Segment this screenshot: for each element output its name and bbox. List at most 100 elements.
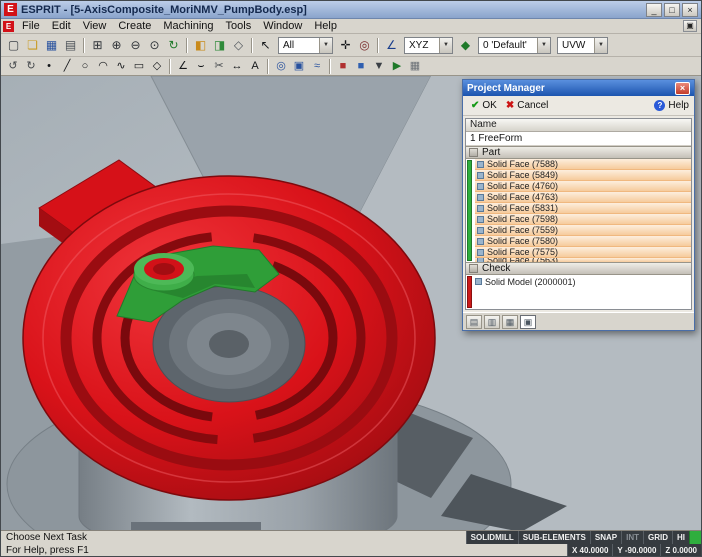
undo-view-icon[interactable]: ↺ (4, 58, 22, 74)
zoom-window-icon[interactable]: ⊞ (88, 36, 107, 54)
cancel-button[interactable]: ✖ Cancel (503, 99, 552, 112)
name-column-header[interactable]: Name (466, 119, 691, 132)
chevron-down-icon[interactable]: ▼ (537, 37, 550, 53)
chevron-down-icon[interactable]: ▼ (319, 37, 332, 53)
close-button[interactable]: × (682, 2, 698, 17)
simulation-icon[interactable]: ▶ (388, 58, 406, 74)
list-item[interactable]: Solid Face (7575) (475, 247, 691, 258)
drilling-icon[interactable]: ▼ (370, 58, 388, 74)
spline-icon[interactable]: ∿ (112, 58, 130, 74)
minimize-button[interactable]: _ (646, 2, 662, 17)
arc-icon[interactable]: ◠ (94, 58, 112, 74)
solidmill-indicator[interactable]: SOLIDMILL (465, 531, 518, 544)
hole-feature-icon[interactable]: ◎ (272, 58, 290, 74)
fillet-icon[interactable]: ⌣ (192, 58, 210, 74)
rectangle-icon[interactable]: ▭ (130, 58, 148, 74)
zoom-in-icon[interactable]: ⊕ (107, 36, 126, 54)
drawing-toolbar: ↺ ↻ • ╱ ○ ◠ ∿ ▭ ◇ ∠ ⌣ ✂ ↔ A ◎ ▣ ≈ ■ ■ ▼ … (1, 57, 701, 76)
pick-filter-icon[interactable]: ✛ (336, 36, 355, 54)
properties-tab[interactable]: ▣ (520, 314, 536, 329)
chamfer-icon[interactable]: ∠ (174, 58, 192, 74)
uvw-combo[interactable]: UVW ▼ (557, 36, 608, 54)
point-icon[interactable]: • (40, 58, 58, 74)
snap-indicator[interactable]: SNAP (589, 531, 622, 544)
grid-indicator[interactable]: GRID (643, 531, 672, 544)
text-icon[interactable]: A (246, 58, 264, 74)
menu-help[interactable]: Help (308, 19, 343, 34)
part-section-header[interactable]: Part (466, 146, 691, 159)
features-tab[interactable]: ▤ (466, 314, 482, 329)
list-item[interactable]: Solid Face (7563) (475, 258, 691, 262)
list-item[interactable]: Solid Face (5831) (475, 203, 691, 214)
dimension-icon[interactable]: ↔ (228, 58, 246, 74)
list-item[interactable]: Solid Face (7598) (475, 214, 691, 225)
work-plane-icon[interactable]: ◆ (456, 36, 475, 54)
document-icon[interactable]: E (3, 20, 14, 32)
mask-icon[interactable]: ◎ (355, 36, 374, 54)
list-item[interactable]: Solid Face (7588) (475, 159, 691, 170)
int-indicator[interactable]: INT (621, 531, 643, 544)
trim-icon[interactable]: ✂ (210, 58, 228, 74)
solid-face-icon (477, 204, 484, 212)
tools-tab[interactable]: ▦ (502, 314, 518, 329)
roughing-icon[interactable]: ■ (334, 58, 352, 74)
mdi-restore-button[interactable]: ▣ (683, 20, 697, 32)
menu-file[interactable]: File (16, 19, 46, 34)
panel-close-icon[interactable]: × (675, 81, 690, 95)
coordinate-system-combo[interactable]: XYZ ▼ (404, 36, 453, 54)
new-icon[interactable]: ▢ (4, 36, 23, 54)
toolbar-separator (267, 58, 269, 74)
list-item[interactable]: Solid Face (4763) (475, 192, 691, 203)
list-item[interactable]: Solid Model (2000001) (475, 275, 691, 287)
wireframe-icon[interactable]: ◇ (229, 36, 248, 54)
print-icon[interactable]: ▤ (61, 36, 80, 54)
work-plane-combo[interactable]: 0 'Default' ▼ (478, 36, 551, 54)
chevron-down-icon[interactable]: ▼ (594, 37, 607, 53)
check-section-icon[interactable] (469, 264, 478, 273)
finishing-icon[interactable]: ■ (352, 58, 370, 74)
menu-edit[interactable]: Edit (46, 19, 77, 34)
selection-filter-combo[interactable]: All ▼ (278, 36, 333, 54)
maximize-button[interactable]: □ (664, 2, 680, 17)
freeform-row[interactable]: 1 FreeForm (466, 132, 691, 146)
open-folder-icon[interactable]: ❏ (23, 36, 42, 54)
list-item[interactable]: Solid Face (4760) (475, 181, 691, 192)
shading-icon[interactable]: ◧ (191, 36, 210, 54)
select-cursor-icon[interactable]: ↖ (256, 36, 275, 54)
help-button[interactable]: ? Help (654, 100, 689, 111)
redraw-icon[interactable]: ↻ (22, 58, 40, 74)
save-icon[interactable]: ▦ (42, 36, 61, 54)
polygon-icon[interactable]: ◇ (148, 58, 166, 74)
sub-elements-indicator[interactable]: SUB-ELEMENTS (517, 531, 590, 544)
rotate-view-icon[interactable]: ↻ (164, 36, 183, 54)
panel-toolbar: ✔ OK ✖ Cancel ? Help (463, 96, 694, 116)
project-manager-title-bar[interactable]: Project Manager × (463, 80, 694, 96)
viewport-3d[interactable]: Project Manager × ✔ OK ✖ Cancel ? Help N… (1, 76, 701, 530)
menu-machining[interactable]: Machining (157, 19, 219, 34)
part-section-icon[interactable] (469, 148, 478, 157)
solid-face-icon (477, 258, 484, 262)
item-label: Solid Face (7598) (487, 214, 559, 224)
chain-feature-icon[interactable]: ≈ (308, 58, 326, 74)
stock-icon[interactable]: ▦ (406, 58, 424, 74)
hi-indicator[interactable]: HI (672, 531, 689, 544)
menu-bar: E File Edit View Create Machining Tools … (1, 19, 701, 34)
chevron-down-icon[interactable]: ▼ (439, 37, 452, 53)
pocket-feature-icon[interactable]: ▣ (290, 58, 308, 74)
axes-icon[interactable]: ∠ (382, 36, 401, 54)
ok-button[interactable]: ✔ OK (468, 99, 500, 112)
list-item[interactable]: Solid Face (7580) (475, 236, 691, 247)
list-item[interactable]: Solid Face (7559) (475, 225, 691, 236)
menu-create[interactable]: Create (112, 19, 157, 34)
menu-window[interactable]: Window (257, 19, 308, 34)
translucency-icon[interactable]: ◨ (210, 36, 229, 54)
check-section-header[interactable]: Check (466, 262, 691, 275)
line-icon[interactable]: ╱ (58, 58, 76, 74)
menu-tools[interactable]: Tools (220, 19, 258, 34)
operations-tab[interactable]: ▥ (484, 314, 500, 329)
zoom-out-icon[interactable]: ⊖ (126, 36, 145, 54)
list-item[interactable]: Solid Face (5849) (475, 170, 691, 181)
circle-icon[interactable]: ○ (76, 58, 94, 74)
menu-view[interactable]: View (77, 19, 113, 34)
zoom-fit-icon[interactable]: ⊙ (145, 36, 164, 54)
